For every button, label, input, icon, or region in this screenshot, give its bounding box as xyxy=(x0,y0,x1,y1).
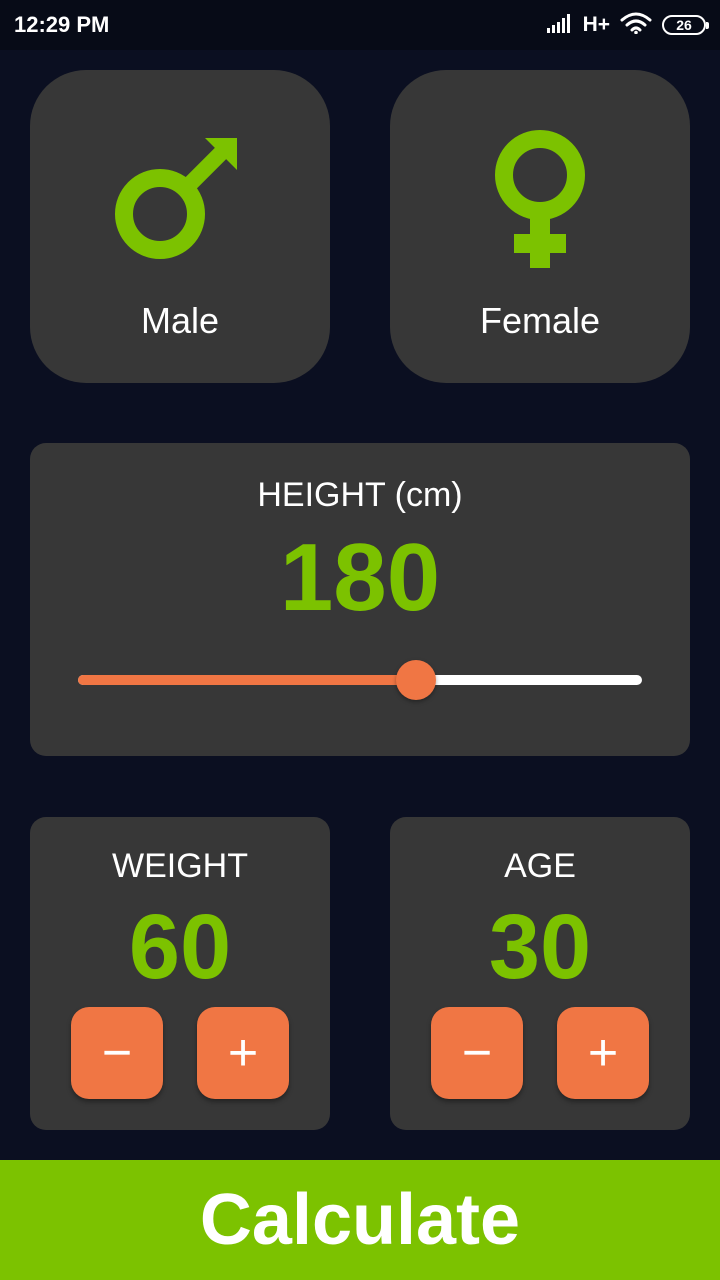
slider-fill xyxy=(78,675,417,685)
weight-value: 60 xyxy=(128,896,232,998)
weight-increment-button[interactable]: + xyxy=(197,1007,289,1099)
male-label: Male xyxy=(140,300,220,341)
network-type-label: H+ xyxy=(582,13,610,36)
slider-thumb[interactable] xyxy=(396,660,437,700)
height-card: HEIGHT (cm) 180 xyxy=(30,443,690,756)
battery-icon: 26 xyxy=(662,15,709,35)
age-title: AGE xyxy=(504,847,576,885)
male-card[interactable]: Male xyxy=(30,70,330,383)
female-label: Female xyxy=(479,300,601,341)
weight-decrement-button[interactable]: − xyxy=(71,1007,163,1099)
height-value: 180 xyxy=(279,524,441,631)
age-increment-button[interactable]: + xyxy=(557,1007,649,1099)
age-card: AGE 30 − + xyxy=(390,817,690,1130)
status-icons: H+ 26 xyxy=(546,0,709,50)
status-time: 12:29 PM xyxy=(14,12,110,37)
weight-title: WEIGHT xyxy=(112,847,248,885)
status-bar: 12:29 PM H+ 26 xyxy=(0,0,720,50)
wifi-icon xyxy=(620,12,652,39)
weight-card: WEIGHT 60 − + xyxy=(30,817,330,1130)
height-title: HEIGHT (cm) xyxy=(257,476,463,514)
female-card[interactable]: Female xyxy=(390,70,690,383)
age-decrement-button[interactable]: − xyxy=(431,1007,523,1099)
calculate-button[interactable]: Calculate xyxy=(0,1160,720,1280)
female-symbol-icon xyxy=(490,130,590,275)
height-slider[interactable] xyxy=(78,660,642,700)
age-value: 30 xyxy=(488,896,592,998)
signal-icon xyxy=(546,13,573,38)
male-symbol-icon xyxy=(115,130,245,265)
